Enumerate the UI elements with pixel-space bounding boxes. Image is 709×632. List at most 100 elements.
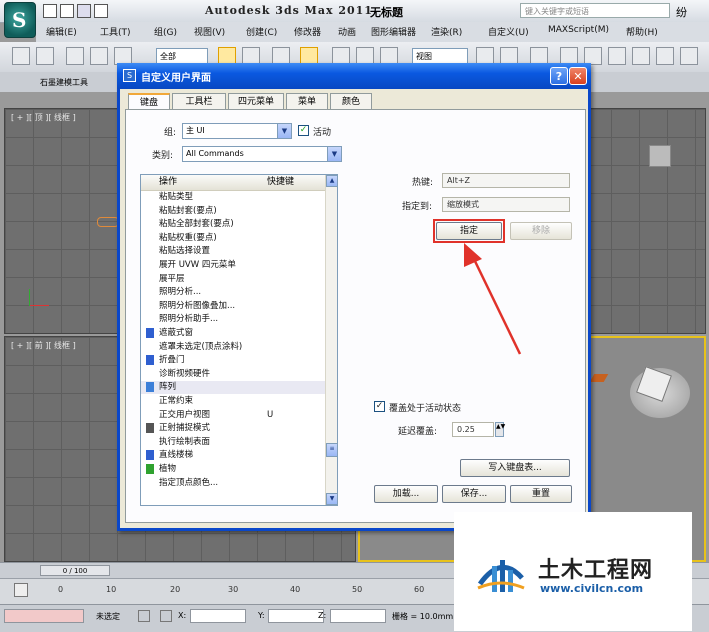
tab-keyboard[interactable]: 键盘 xyxy=(128,93,170,110)
save-button[interactable]: 保存... xyxy=(442,485,506,503)
remove-button[interactable]: 移除 xyxy=(510,222,572,240)
list-item[interactable]: 正交用户视图 U xyxy=(141,409,325,422)
menu-group[interactable]: 组(G) xyxy=(154,25,177,38)
object-shaded[interactable] xyxy=(589,374,609,382)
open-file-icon[interactable] xyxy=(60,4,74,18)
override-checkbox[interactable]: ✓ xyxy=(374,401,385,412)
viewcube-icon[interactable] xyxy=(649,145,671,167)
list-item[interactable]: 粘贴全部封套(要点) xyxy=(141,218,325,231)
category-dropdown[interactable]: All Commands ▼ xyxy=(182,146,342,162)
menu-views[interactable]: 视图(V) xyxy=(194,25,225,38)
list-item[interactable]: 阵列 xyxy=(141,381,325,395)
command-name: 直线楼梯 xyxy=(159,450,194,461)
app-title: Autodesk 3ds Max 2011 xyxy=(205,4,373,17)
tick-10: 10 xyxy=(106,585,117,594)
active-checkbox[interactable]: ✓ xyxy=(298,125,309,136)
y-coordinate-field[interactable] xyxy=(268,609,324,623)
selection-filter-dropdown[interactable]: 全部 xyxy=(156,48,208,64)
tab-colors[interactable]: 颜色 xyxy=(330,93,372,109)
menu-maxscript[interactable]: MAXScript(M) xyxy=(548,25,609,35)
menu-tools[interactable]: 工具(T) xyxy=(100,25,131,38)
list-item[interactable]: 粘贴选择设置 xyxy=(141,245,325,258)
command-name: 诊断视频硬件 xyxy=(159,368,211,379)
scroll-down-icon[interactable]: ▼ xyxy=(326,493,337,505)
close-button[interactable]: ✕ xyxy=(569,67,587,85)
help-button[interactable]: ? xyxy=(550,67,568,85)
menu-modifiers[interactable]: 修改器 xyxy=(294,25,321,38)
scroll-up-icon[interactable]: ▲ xyxy=(326,175,337,187)
maxscript-listener[interactable] xyxy=(4,609,84,623)
save-file-icon[interactable] xyxy=(77,4,91,18)
list-item[interactable]: 遮蔽式窗 xyxy=(141,327,325,340)
list-item[interactable]: 直线楼梯 xyxy=(141,449,325,462)
list-item[interactable]: 展开 UVW 四元菜单 xyxy=(141,259,325,272)
mirror-icon[interactable] xyxy=(680,47,698,65)
undo-icon[interactable] xyxy=(12,47,30,65)
list-item[interactable]: 正常约束 xyxy=(141,395,325,408)
frame-slider[interactable]: 0 / 100 xyxy=(40,565,110,576)
list-item[interactable]: 照明分析助手... xyxy=(141,313,325,326)
menu-create[interactable]: 创建(C) xyxy=(246,25,277,38)
dialog-titlebar[interactable]: S 自定义用户界面 ? ✕ xyxy=(117,63,591,89)
column-shortcut[interactable]: 快捷键 xyxy=(267,175,294,190)
reset-button[interactable]: 重置 xyxy=(510,485,572,503)
z-coordinate-field[interactable] xyxy=(330,609,386,623)
unlink-icon[interactable] xyxy=(90,47,108,65)
hotkey-field[interactable]: Alt+Z xyxy=(442,173,570,188)
track-view-icon[interactable] xyxy=(14,583,28,597)
delay-spinner[interactable]: ▲▼ xyxy=(495,422,505,437)
watermark-url: www.civilcn.com xyxy=(540,582,644,595)
list-item[interactable]: 照明分析图像叠加... xyxy=(141,300,325,313)
redo-icon[interactable] xyxy=(36,47,54,65)
list-item[interactable]: 正射捕捉模式 xyxy=(141,422,325,435)
command-name: 折叠门 xyxy=(159,355,185,366)
write-keyboard-chart-button[interactable]: 写入键盘表... xyxy=(460,459,570,477)
list-item[interactable]: 粘贴权重(要点) xyxy=(141,232,325,245)
viewport-front-label[interactable]: [ + ][ 前 ][ 线框 ] xyxy=(11,340,76,351)
x-label: X: xyxy=(178,611,187,620)
named-selection-icon[interactable] xyxy=(656,47,674,65)
list-item[interactable]: 折叠门 xyxy=(141,354,325,367)
spinner-snap-icon[interactable] xyxy=(632,47,650,65)
group-dropdown[interactable]: 主 UI ▼ xyxy=(182,123,292,139)
x-coordinate-field[interactable] xyxy=(190,609,246,623)
app-logo[interactable]: S xyxy=(4,2,36,38)
menu-rendering[interactable]: 渲染(R) xyxy=(431,25,462,38)
tab-quads[interactable]: 四元菜单 xyxy=(228,93,284,109)
object-wireframe[interactable] xyxy=(97,217,119,227)
list-item[interactable]: 粘贴类型 xyxy=(141,191,325,204)
ribbon-tab-graphite[interactable]: 石墨建模工具 xyxy=(40,77,88,88)
menu-edit[interactable]: 编辑(E) xyxy=(46,25,77,38)
list-item[interactable]: 照明分析... xyxy=(141,286,325,299)
list-item[interactable]: 诊断视频硬件 xyxy=(141,368,325,381)
list-item[interactable]: 展平层 xyxy=(141,273,325,286)
search-input[interactable]: 键入关键字或短语 xyxy=(520,3,670,18)
list-item[interactable]: 遮罩未选定(顶点涂料) xyxy=(141,341,325,354)
tab-menus[interactable]: 菜单 xyxy=(286,93,328,109)
list-scrollbar[interactable]: ▲ ≡ ▼ xyxy=(325,175,337,505)
load-button[interactable]: 加载... xyxy=(374,485,438,503)
reference-coordinate-dropdown[interactable]: 视图 xyxy=(412,48,468,64)
delay-field[interactable]: 0.25 xyxy=(452,422,494,437)
help-icon[interactable]: 纷 xyxy=(676,4,687,20)
scroll-thumb[interactable]: ≡ xyxy=(326,443,337,457)
link-icon[interactable] xyxy=(66,47,84,65)
menu-help[interactable]: 帮助(H) xyxy=(626,25,658,38)
lock-icon[interactable] xyxy=(138,610,150,622)
list-item[interactable]: 植物 xyxy=(141,463,325,476)
percent-snap-icon[interactable] xyxy=(608,47,626,65)
absolute-mode-icon[interactable] xyxy=(160,610,172,622)
list-item[interactable]: 指定顶点颜色... xyxy=(141,477,325,490)
menu-customize[interactable]: 自定义(U) xyxy=(488,25,529,38)
tab-toolbars[interactable]: 工具栏 xyxy=(172,93,226,109)
column-action[interactable]: 操作 xyxy=(159,175,177,190)
viewport-top-label[interactable]: [ + ][ 顶 ][ 线框 ] xyxy=(11,112,76,123)
menu-animation[interactable]: 动画 xyxy=(338,25,356,38)
list-item[interactable]: 粘贴封套(要点) xyxy=(141,205,325,218)
list-item[interactable]: 执行绘制表面 xyxy=(141,436,325,449)
menu-graph-editors[interactable]: 图形编辑器 xyxy=(371,25,416,38)
command-icon xyxy=(146,423,154,434)
command-list[interactable]: 操作 快捷键 粘贴类型 粘贴封套(要点) 粘贴全部封套(要点) 粘贴权重(要点) 粘贴选… xyxy=(140,174,338,506)
project-icon[interactable] xyxy=(94,4,108,18)
new-file-icon[interactable] xyxy=(43,4,57,18)
